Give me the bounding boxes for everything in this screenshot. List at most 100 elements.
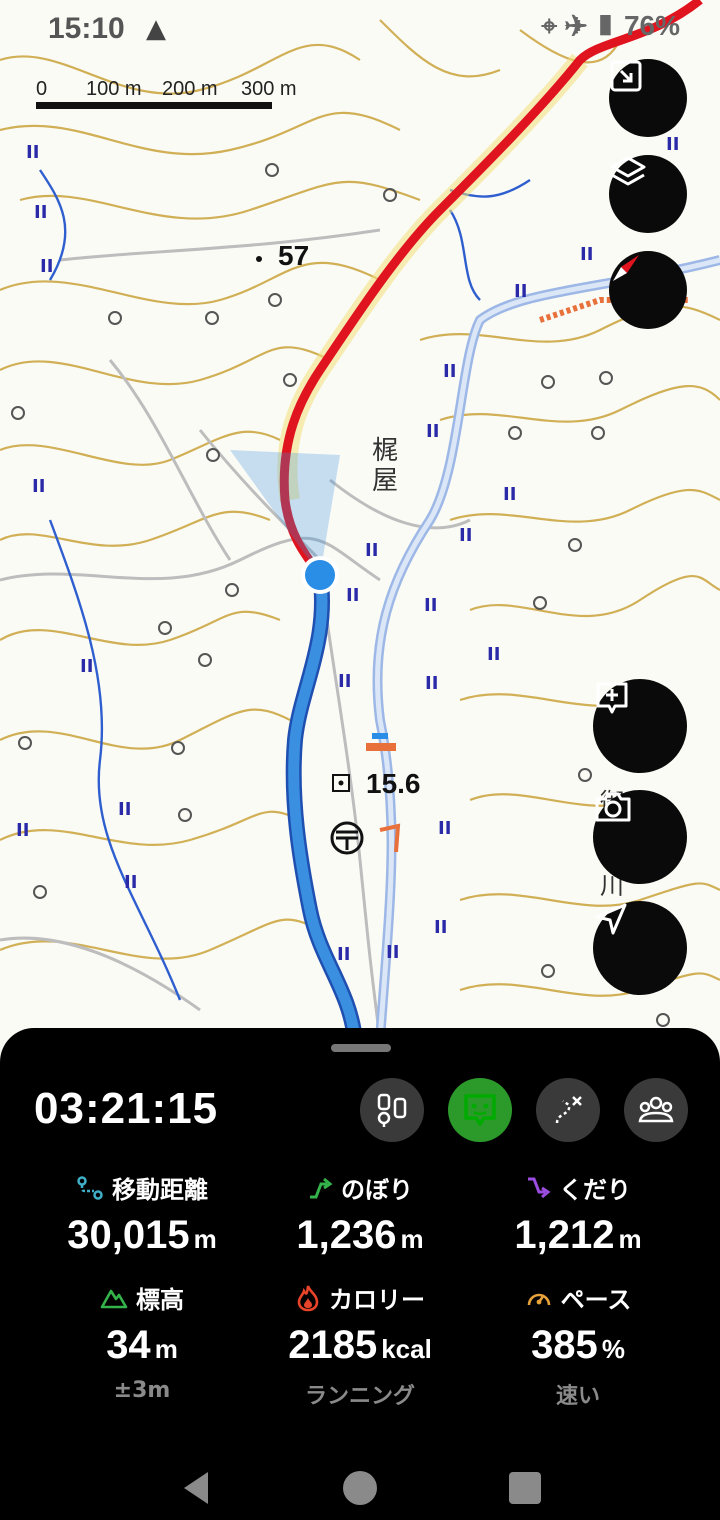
stat-ascent: のぼり 1,236 m bbox=[240, 1170, 480, 1258]
trail-icon bbox=[377, 1093, 407, 1127]
layers-button[interactable] bbox=[609, 155, 687, 233]
svg-text:II: II bbox=[338, 671, 351, 692]
airplane-icon: ✈ bbox=[564, 10, 588, 41]
stat-descent-unit: m bbox=[618, 1224, 642, 1254]
stat-descent-value: 1,212 bbox=[514, 1213, 615, 1257]
svg-text:II: II bbox=[16, 820, 29, 841]
svg-text:II: II bbox=[514, 281, 527, 302]
fit-screen-button[interactable] bbox=[609, 59, 687, 137]
elevation-icon bbox=[100, 1289, 128, 1308]
svg-text:II: II bbox=[424, 595, 437, 616]
stat-ascent-value: 1,236 bbox=[296, 1213, 397, 1257]
stat-calories-unit: kcal bbox=[381, 1334, 432, 1364]
stat-pace-sub: 速い bbox=[555, 1384, 600, 1409]
recents-icon bbox=[509, 1472, 541, 1504]
drag-handle[interactable] bbox=[331, 1044, 391, 1052]
svg-text:II: II bbox=[426, 421, 439, 442]
svg-text:II: II bbox=[124, 872, 137, 893]
streams bbox=[39, 169, 531, 1001]
camera-icon bbox=[595, 792, 631, 822]
location-icon: ⌖ bbox=[541, 10, 558, 41]
stat-elevation-sub: ±3m bbox=[113, 1378, 171, 1403]
battery-text: 76% bbox=[623, 10, 680, 41]
chat-button[interactable] bbox=[448, 1078, 512, 1142]
svg-text:II: II bbox=[40, 256, 53, 277]
stat-descent: くだり 1,212 m bbox=[458, 1170, 698, 1258]
warning-icon: ▲ bbox=[146, 14, 166, 44]
speedometer-icon bbox=[527, 1293, 550, 1305]
stat-calories: カロリー 2185 kcal ランニング bbox=[240, 1280, 480, 1410]
route-planned-outline bbox=[285, 573, 363, 1040]
scale-label-200: 200 m bbox=[162, 78, 218, 100]
group-button[interactable] bbox=[624, 1078, 688, 1142]
stat-elevation-label: 標高 bbox=[136, 1286, 184, 1314]
stat-calories-value: 2185 bbox=[288, 1323, 378, 1367]
home-button[interactable] bbox=[340, 1468, 380, 1508]
route-icon bbox=[555, 1096, 582, 1124]
add-note-icon bbox=[596, 682, 628, 714]
scale-bar-line bbox=[36, 102, 272, 109]
stat-pace-label: ペース bbox=[560, 1286, 632, 1314]
descent-icon bbox=[528, 1177, 551, 1198]
route-button[interactable] bbox=[536, 1078, 600, 1142]
stat-distance: 移動距離 30,015 m bbox=[22, 1170, 262, 1258]
map-view[interactable]: II II II II II II II II II II II II II II II II II I… bbox=[0, 0, 720, 1040]
svg-text:II: II bbox=[386, 942, 399, 963]
back-button[interactable] bbox=[178, 1468, 218, 1508]
elapsed-timer: 03:21:15 bbox=[34, 1084, 219, 1133]
compass-button[interactable] bbox=[609, 251, 687, 329]
svg-text:II: II bbox=[32, 476, 45, 497]
status-bar: 15:10 ▲ ⌖ ✈ ▮ 76% bbox=[0, 0, 720, 60]
home-icon bbox=[343, 1471, 377, 1505]
benchmark-dot bbox=[338, 780, 344, 786]
scale-bar: 0 100 m 200 m 300 m bbox=[36, 78, 297, 112]
stat-pace: ペース 385% 速い bbox=[458, 1280, 698, 1410]
building-marker bbox=[366, 743, 396, 751]
building-marker-2 bbox=[372, 733, 388, 739]
svg-text:II: II bbox=[443, 361, 456, 382]
stat-distance-unit: m bbox=[193, 1224, 217, 1254]
stat-ascent-label: のぼり bbox=[341, 1176, 413, 1204]
ascent-icon bbox=[310, 1177, 333, 1198]
stat-elevation-unit: m bbox=[154, 1334, 178, 1364]
benchmark-label: 15.6 bbox=[366, 768, 421, 799]
layers-icon bbox=[610, 156, 646, 186]
place-name-line2: 屋 bbox=[372, 465, 399, 495]
svg-text:II: II bbox=[26, 142, 39, 163]
svg-text:II: II bbox=[337, 944, 350, 965]
compass-icon bbox=[613, 255, 639, 281]
svg-text:II: II bbox=[80, 656, 93, 677]
distance-icon bbox=[77, 1175, 103, 1200]
flame-icon bbox=[297, 1284, 319, 1311]
svg-text:II: II bbox=[365, 540, 378, 561]
trail-button[interactable] bbox=[360, 1078, 424, 1142]
camera-button[interactable] bbox=[593, 790, 687, 884]
add-note-button[interactable] bbox=[593, 679, 687, 773]
svg-text:II: II bbox=[425, 673, 438, 694]
navigate-button[interactable] bbox=[593, 901, 687, 995]
stat-descent-label: くだり bbox=[559, 1176, 631, 1204]
scale-label-100: 100 m bbox=[86, 78, 142, 100]
status-time: 15:10 bbox=[48, 12, 125, 45]
elevation-dot bbox=[256, 256, 262, 262]
stat-elevation-value: 34 bbox=[106, 1323, 151, 1367]
svg-text:II: II bbox=[666, 134, 679, 155]
scale-label-0: 0 bbox=[36, 78, 48, 100]
stat-calories-label: カロリー bbox=[329, 1286, 425, 1314]
activity-panel: 03:21:15 移動距離 30,015 m のぼり 1,236 m くだり 1… bbox=[0, 1028, 720, 1520]
recents-button[interactable] bbox=[505, 1468, 545, 1508]
svg-text:II: II bbox=[459, 525, 472, 546]
status-right: ⌖ ✈ ▮ 76% bbox=[541, 10, 680, 43]
stat-pace-unit: % bbox=[601, 1334, 625, 1364]
group-icon bbox=[638, 1096, 674, 1123]
svg-text:II: II bbox=[487, 644, 500, 665]
chat-icon bbox=[464, 1094, 496, 1126]
svg-text:II: II bbox=[34, 202, 47, 223]
post-office-symbol bbox=[336, 830, 358, 850]
scale-label-300: 300 m bbox=[241, 78, 297, 100]
svg-text:II: II bbox=[438, 818, 451, 839]
stat-calories-sub: ランニング bbox=[304, 1384, 415, 1409]
back-icon bbox=[184, 1472, 208, 1504]
stat-distance-value: 30,015 bbox=[67, 1213, 190, 1257]
stat-pace-value: 385 bbox=[531, 1323, 598, 1367]
